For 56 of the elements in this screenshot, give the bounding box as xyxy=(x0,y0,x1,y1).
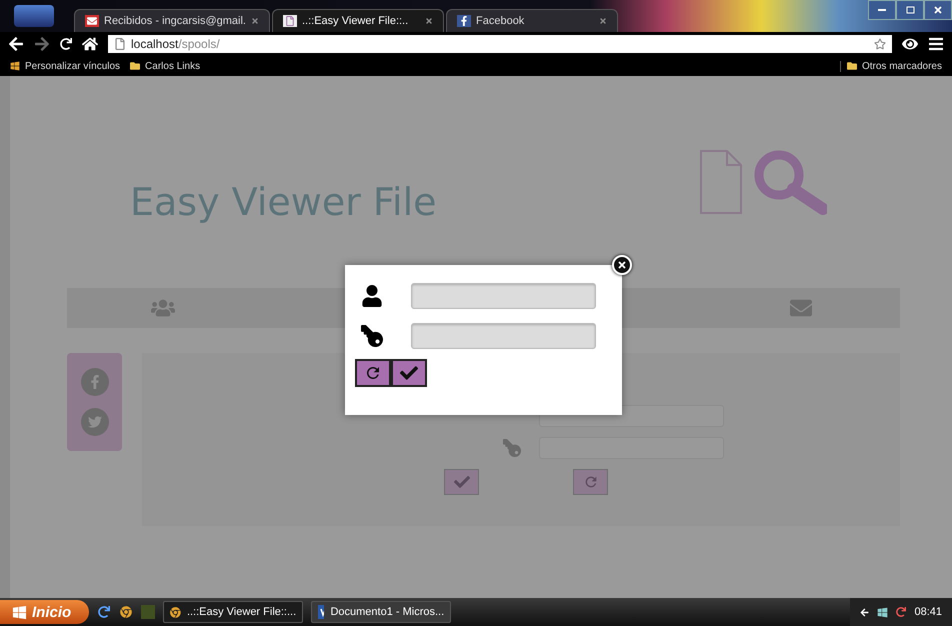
submit-button[interactable] xyxy=(391,359,427,387)
page-icon xyxy=(114,38,126,50)
mail-icon xyxy=(85,15,99,27)
back-icon[interactable] xyxy=(8,36,24,52)
bookmark-link[interactable]: Personalizar vínculos xyxy=(10,60,120,72)
taskbar-button[interactable]: ..::Easy Viewer File::... xyxy=(163,601,304,623)
browser-tab[interactable]: Facebook xyxy=(446,9,618,32)
start-button[interactable]: Inicio xyxy=(0,600,90,624)
refresh-icon xyxy=(364,364,382,382)
close-button[interactable] xyxy=(924,0,952,20)
close-icon[interactable] xyxy=(251,17,259,25)
menu-icon[interactable] xyxy=(928,36,944,52)
eye-icon[interactable] xyxy=(902,36,918,52)
url-text: localhost/spools/ xyxy=(131,37,220,51)
refresh-icon xyxy=(582,474,598,490)
home-icon[interactable] xyxy=(82,36,98,52)
browser-tab[interactable]: ..::Easy Viewer File::.. xyxy=(272,9,444,32)
input-field[interactable] xyxy=(411,323,596,349)
other-bookmarks[interactable]: Otros marcadores xyxy=(840,60,942,72)
bookmark-link[interactable]: Carlos Links xyxy=(130,60,200,72)
file-search-logo-icon xyxy=(699,149,827,215)
input-field[interactable] xyxy=(411,283,596,309)
minimize-icon xyxy=(878,9,886,11)
key-icon xyxy=(503,439,521,457)
user-icon xyxy=(361,285,383,307)
tray-arrow-icon[interactable] xyxy=(860,608,870,616)
facebook-icon xyxy=(457,15,471,27)
reload-icon[interactable] xyxy=(60,38,72,50)
bird-icon xyxy=(88,415,102,429)
close-icon[interactable] xyxy=(599,17,607,25)
minimize-button[interactable] xyxy=(868,0,896,20)
close-icon xyxy=(933,5,943,15)
document-icon xyxy=(318,605,324,619)
browser-logo-icon xyxy=(14,5,54,27)
file-search-icon xyxy=(283,15,297,27)
maximize-button[interactable] xyxy=(896,0,924,20)
chrome-icon[interactable] xyxy=(119,605,134,619)
star-icon[interactable] xyxy=(874,38,886,50)
check-icon xyxy=(400,364,418,382)
clock: 08:41 xyxy=(914,606,942,618)
address-field[interactable]: localhost/spools/ xyxy=(108,35,892,53)
folder-icon xyxy=(846,61,857,71)
windows-icon xyxy=(12,604,27,620)
maximize-icon xyxy=(906,6,914,14)
browser-tab[interactable]: Recibidos - ingcarsis@gmail. xyxy=(74,9,270,32)
check-icon xyxy=(454,474,470,490)
close-icon[interactable] xyxy=(425,17,433,25)
reset-button[interactable] xyxy=(355,359,391,387)
forward-icon[interactable] xyxy=(34,36,50,52)
folder-icon xyxy=(130,61,140,71)
site-title: Easy Viewer File xyxy=(130,180,437,224)
windows-icon xyxy=(10,61,20,71)
key-icon xyxy=(361,325,383,347)
chrome-icon xyxy=(170,606,181,618)
taskbar-button[interactable]: Documento1 - Micros... xyxy=(311,601,452,623)
close-icon xyxy=(617,260,627,270)
